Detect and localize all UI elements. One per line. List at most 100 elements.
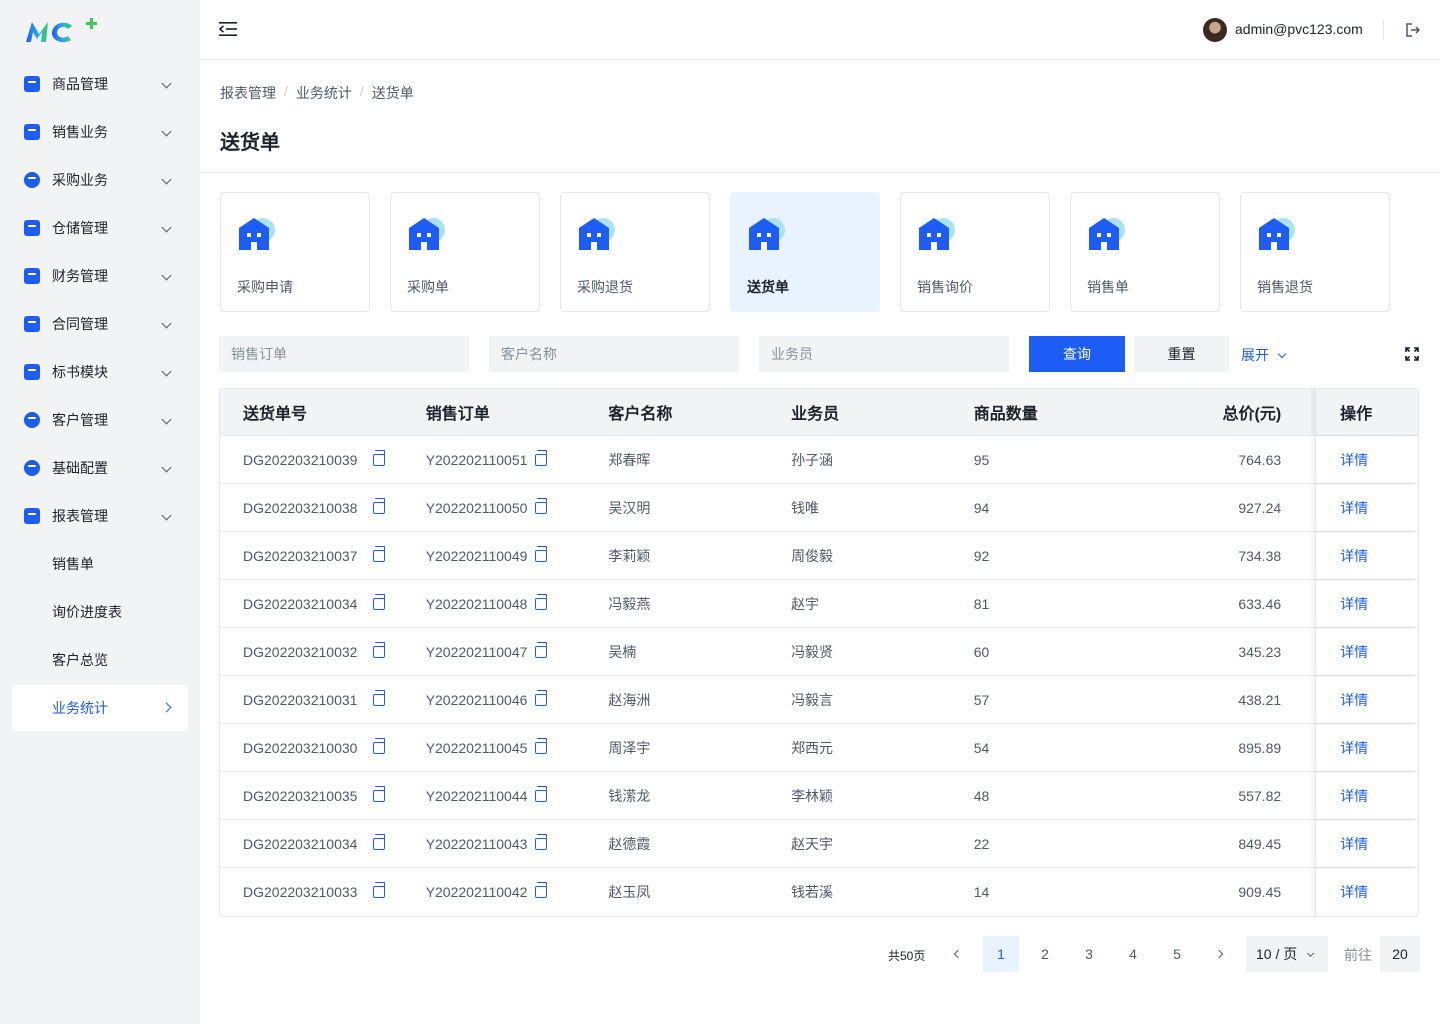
document-icon <box>24 364 40 380</box>
breadcrumb-separator: / <box>284 83 288 99</box>
pagination-prev-button[interactable] <box>940 936 976 972</box>
card-sales-return[interactable]: 销售退货 <box>1240 192 1390 312</box>
detail-link[interactable]: 详情 <box>1340 546 1368 566</box>
sidebar-subitem-customer-overview[interactable]: 客户总览 <box>0 636 200 684</box>
avatar[interactable] <box>1203 18 1227 42</box>
fullscreen-icon[interactable] <box>1405 347 1419 361</box>
detail-link[interactable]: 详情 <box>1340 642 1368 662</box>
breadcrumb-item[interactable]: 业务统计 <box>296 83 352 103</box>
pagination-page[interactable]: 2 <box>1027 936 1063 972</box>
total-price: 734.38 <box>1238 547 1282 564</box>
card-purchase-request[interactable]: 采购申请 <box>220 192 370 312</box>
copy-icon[interactable] <box>535 785 548 802</box>
sidebar-item-label: 客户管理 <box>52 412 108 428</box>
detail-link[interactable]: 详情 <box>1340 882 1368 902</box>
copy-icon[interactable] <box>535 497 548 514</box>
header-divider <box>1383 20 1384 40</box>
breadcrumb-item[interactable]: 报表管理 <box>220 83 276 103</box>
customer-name-input[interactable] <box>489 336 739 372</box>
copy-icon[interactable] <box>535 449 548 466</box>
delivery-no: DG202203210035 <box>243 787 358 804</box>
sidebar-item-finance[interactable]: 财务管理 <box>0 252 200 300</box>
mc-plus-logo[interactable] <box>24 16 104 46</box>
pagination-page[interactable]: 5 <box>1159 936 1195 972</box>
copy-icon[interactable] <box>373 882 385 898</box>
total-price: 438.21 <box>1238 691 1282 708</box>
total-price: 927.24 <box>1238 499 1282 516</box>
salesman-input[interactable] <box>759 336 1009 372</box>
sidebar-item-goods[interactable]: 商品管理 <box>0 60 200 108</box>
sidebar-item-config[interactable]: 基础配置 <box>0 444 200 492</box>
copy-icon[interactable] <box>373 737 385 754</box>
copy-icon[interactable] <box>535 833 548 850</box>
sidebar-item-customer[interactable]: 客户管理 <box>0 396 200 444</box>
copy-icon[interactable] <box>373 593 385 610</box>
sidebar-item-contract[interactable]: 合同管理 <box>0 300 200 348</box>
goto-page-input[interactable] <box>1380 936 1420 972</box>
query-button[interactable]: 查询 <box>1029 336 1125 372</box>
copy-icon[interactable] <box>535 545 548 562</box>
card-sales-order[interactable]: 销售单 <box>1070 192 1220 312</box>
copy-icon[interactable] <box>373 689 385 706</box>
copy-icon[interactable] <box>535 689 548 706</box>
detail-link[interactable]: 详情 <box>1340 450 1368 470</box>
copy-icon[interactable] <box>373 449 385 466</box>
copy-icon[interactable] <box>373 833 385 850</box>
detail-link[interactable]: 详情 <box>1340 498 1368 518</box>
card-purchase-return[interactable]: 采购退货 <box>560 192 710 312</box>
menu-fold-icon[interactable] <box>219 21 237 37</box>
pagination-page[interactable]: 4 <box>1115 936 1151 972</box>
sidebar-item-reports[interactable]: 报表管理 <box>0 492 200 540</box>
salesman-name: 钱若溪 <box>791 884 834 900</box>
building-icon <box>409 218 445 250</box>
pagination-page[interactable]: 3 <box>1071 936 1107 972</box>
copy-icon[interactable] <box>535 737 548 754</box>
card-purchase-order[interactable]: 采购单 <box>390 192 540 312</box>
expand-toggle[interactable]: 展开 <box>1241 345 1287 365</box>
sidebar-item-purchase[interactable]: 采购业务 <box>0 156 200 204</box>
chevron-down-icon <box>161 510 172 521</box>
goods-quantity: 48 <box>973 787 990 804</box>
copy-icon[interactable] <box>373 545 385 562</box>
pagination-page[interactable]: 1 <box>983 936 1019 972</box>
salesman-name: 冯毅言 <box>791 691 834 708</box>
sales-order-no: Y202202110042 <box>425 884 528 900</box>
detail-link[interactable]: 详情 <box>1340 690 1368 710</box>
sidebar-item-warehouse[interactable]: 仓储管理 <box>0 204 200 252</box>
sidebar-item-sales[interactable]: 销售业务 <box>0 108 200 156</box>
salesman-name: 赵天宇 <box>791 835 834 852</box>
logout-icon[interactable] <box>1405 22 1421 38</box>
delivery-note-table: 送货单号 销售订单 客户名称 业务员 商品数量 总价(元) 操作 DG20220… <box>219 388 1419 917</box>
sales-order-input[interactable] <box>219 336 469 372</box>
sidebar-subitem-sales-order[interactable]: 销售单 <box>0 540 200 588</box>
sidebar-subitem-inquiry-progress[interactable]: 询价进度表 <box>0 588 200 636</box>
table-row: DG202203210030 Y202202110045 周泽宇 郑西元 54 895.8… <box>220 724 1418 772</box>
detail-link[interactable]: 详情 <box>1340 738 1368 758</box>
sidebar-item-label: 商品管理 <box>52 76 108 92</box>
table-row: DG202203210034 Y202202110048 冯毅燕 赵宇 81 633.46… <box>220 580 1418 628</box>
goods-quantity: 92 <box>973 547 990 564</box>
copy-icon[interactable] <box>373 497 385 514</box>
card-sales-inquiry[interactable]: 销售询价 <box>900 192 1050 312</box>
copy-icon[interactable] <box>535 641 548 658</box>
copy-icon[interactable] <box>373 641 385 658</box>
page-size-select[interactable]: 10 / 页 <box>1246 936 1328 972</box>
copy-icon[interactable] <box>373 785 385 802</box>
pagination-next-button[interactable] <box>1203 936 1239 972</box>
sales-order-no: Y202202110049 <box>425 547 528 564</box>
detail-link[interactable]: 详情 <box>1340 834 1368 854</box>
copy-icon[interactable] <box>535 593 548 610</box>
user-email[interactable]: admin@pvc123.com <box>1235 21 1363 37</box>
detail-link[interactable]: 详情 <box>1340 786 1368 806</box>
sales-order-cell: Y202202110044 <box>403 772 586 819</box>
sidebar-item-label: 销售业务 <box>52 124 108 140</box>
sales-order-cell: Y202202110046 <box>403 676 586 723</box>
sidebar-subitem-business-stats[interactable]: 业务统计 <box>12 685 188 731</box>
sidebar-item-tender[interactable]: 标书模块 <box>0 348 200 396</box>
detail-link[interactable]: 详情 <box>1340 594 1368 614</box>
card-label: 送货单 <box>747 279 789 295</box>
customer-name: 吴楠 <box>608 643 637 660</box>
card-delivery-note[interactable]: 送货单 <box>730 192 880 312</box>
reset-button[interactable]: 重置 <box>1134 336 1229 372</box>
copy-icon[interactable] <box>535 882 548 898</box>
